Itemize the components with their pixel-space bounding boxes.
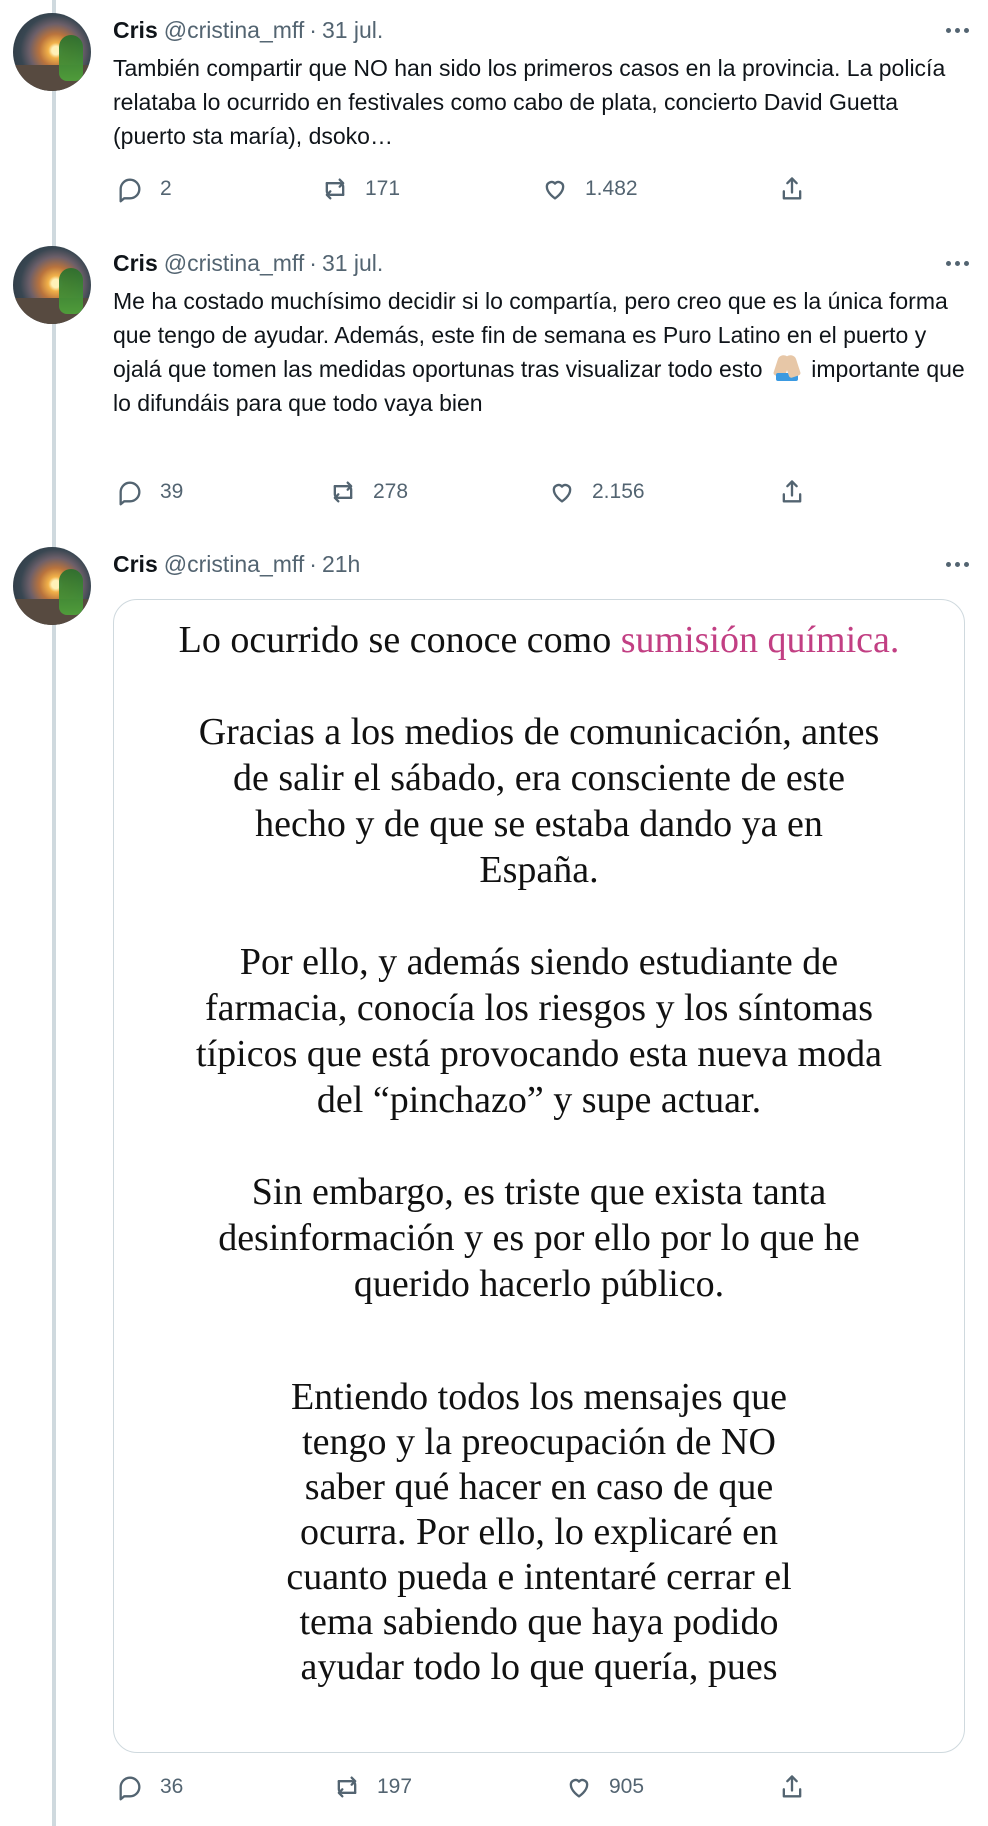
tweet-text: También compartir que NO han sido los pr… [113, 55, 946, 149]
more-dot-icon [945, 561, 951, 567]
reply-icon [119, 178, 141, 203]
user-handle[interactable]: @cristina_mff [164, 548, 305, 580]
tweet-actions: 36 197 905 [113, 1770, 833, 1804]
separator-dot: · [309, 250, 317, 276]
retweet-button[interactable]: 171 [321, 172, 400, 206]
share-icon [782, 177, 802, 200]
heart-icon [545, 180, 565, 200]
user-handle[interactable]: @cristina_mff [164, 247, 305, 279]
share-icon [782, 480, 802, 503]
image-paragraph-4: Sin embargo, es triste que exista tanta … [218, 1171, 860, 1305]
share-button[interactable] [778, 172, 806, 206]
avatar[interactable] [13, 246, 91, 324]
retweet-count: 171 [365, 177, 401, 200]
emoji-cuff-icon [775, 373, 798, 381]
display-name[interactable]: Cris [113, 548, 158, 580]
more-dot-icon [963, 260, 969, 266]
image-paragraph-1: Lo ocurrido se conoce como sumisión quím… [114, 617, 964, 663]
retweet-button[interactable]: 197 [333, 1770, 412, 1804]
display-name[interactable]: Cris [113, 247, 158, 279]
image-paragraph-2: Gracias a los medios de comunicación, an… [198, 711, 880, 891]
avatar[interactable] [13, 13, 91, 91]
tweet-header: Cris @cristina_mff · 31 jul. [113, 14, 383, 46]
tweet-header: Cris @cristina_mff · 21h [113, 548, 360, 580]
timestamp[interactable]: 31 jul. [322, 247, 383, 279]
display-name[interactable]: Cris [113, 14, 158, 46]
tweet-actions: 2 171 1.482 [113, 172, 833, 206]
share-button[interactable] [778, 1770, 806, 1804]
retweet-count: 197 [377, 1775, 413, 1798]
heart-icon [569, 1778, 589, 1798]
more-dot-icon [963, 561, 969, 567]
heart-icon [552, 483, 572, 503]
reply-count: 2 [160, 177, 172, 200]
more-dot-icon [945, 27, 951, 33]
like-count: 905 [609, 1775, 645, 1798]
share-icon [782, 1775, 802, 1798]
like-button[interactable]: 905 [565, 1770, 644, 1804]
tweet-actions: 39 278 2.156 [113, 475, 833, 509]
reply-button[interactable]: 2 [116, 172, 172, 206]
image-paragraph-3: Por ello, y además siendo estudiante de … [196, 941, 882, 1121]
more-dot-icon [963, 27, 969, 33]
reply-count: 36 [160, 1775, 184, 1798]
more-dot-icon [954, 27, 960, 33]
more-options-button[interactable] [940, 247, 974, 279]
retweet-icon [325, 178, 345, 200]
image-text-intro: Lo ocurrido se conoce como [178, 619, 612, 661]
like-count: 1.482 [585, 177, 638, 200]
share-button[interactable] [778, 475, 806, 509]
more-dot-icon [954, 561, 960, 567]
timestamp[interactable]: 31 jul. [322, 14, 383, 46]
retweet-icon [333, 481, 353, 503]
like-count: 2.156 [592, 480, 645, 503]
folded-hands-icon [772, 353, 802, 383]
reply-button[interactable]: 39 [116, 475, 183, 509]
tweet-image[interactable]: Lo ocurrido se conoce como sumisión quím… [113, 599, 965, 1753]
avatar[interactable] [13, 547, 91, 625]
timestamp[interactable]: 21h [322, 548, 360, 580]
separator-dot: · [309, 551, 317, 577]
reply-count: 39 [160, 480, 184, 503]
more-dot-icon [945, 260, 951, 266]
image-text: Lo ocurrido se conoce como sumisión quím… [114, 617, 964, 1736]
retweet-count: 278 [373, 480, 409, 503]
like-button[interactable]: 2.156 [548, 475, 645, 509]
user-handle[interactable]: @cristina_mff [164, 14, 305, 46]
tweet-header: Cris @cristina_mff · 31 jul. [113, 247, 383, 279]
tweet-text: Me ha costado muchísimo decidir si lo co… [113, 284, 975, 420]
more-options-button[interactable] [940, 548, 974, 580]
more-options-button[interactable] [940, 14, 974, 46]
like-button[interactable]: 1.482 [541, 172, 638, 206]
separator-dot: · [309, 17, 317, 43]
retweet-icon [337, 1776, 357, 1798]
more-dot-icon [954, 260, 960, 266]
image-text-highlight: sumisión química. [620, 619, 900, 661]
reply-icon [119, 1776, 141, 1801]
retweet-button[interactable]: 278 [329, 475, 408, 509]
image-paragraph-5: Entiendo todos los mensajes que tengo y … [286, 1376, 792, 1688]
reply-icon [119, 481, 141, 506]
reply-button[interactable]: 36 [116, 1770, 183, 1804]
